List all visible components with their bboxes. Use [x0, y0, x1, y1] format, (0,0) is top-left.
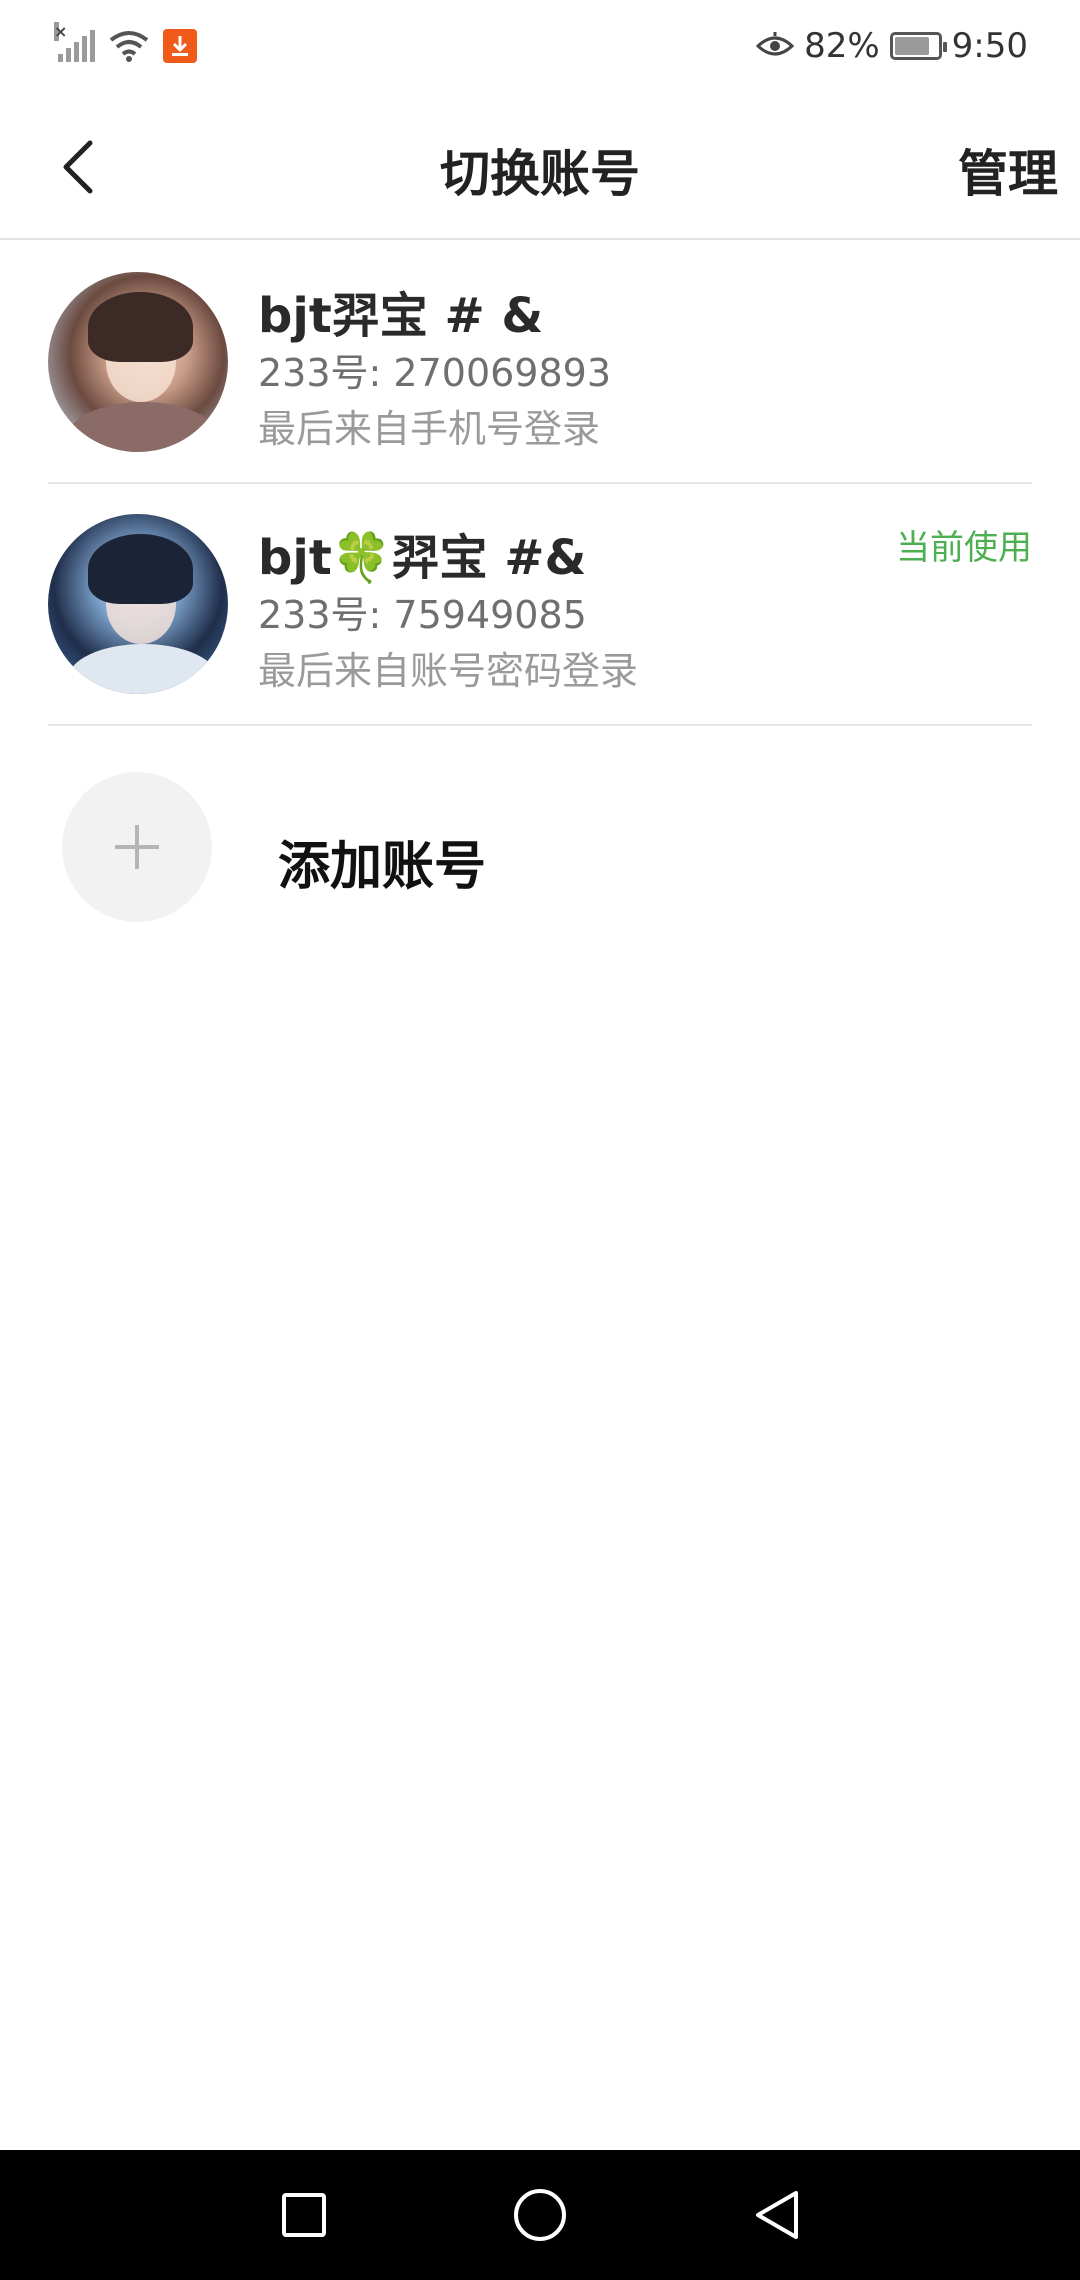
wifi-icon: [109, 31, 149, 62]
battery-percent: 82%: [804, 26, 880, 66]
system-nav-bar: [0, 2150, 1080, 2280]
home-button[interactable]: [510, 2185, 570, 2245]
account-id: 233号: 75949085: [258, 593, 587, 637]
triangle-left-icon: [756, 2191, 798, 2239]
account-login-source: 最后来自账号密码登录: [258, 649, 639, 693]
back-nav-button[interactable]: [746, 2185, 806, 2245]
account-id: 233号: 270069893: [258, 351, 612, 395]
account-row[interactable]: bjt🍀羿宝 #& 233号: 75949085 最后来自账号密码登录 当前使用: [48, 484, 1032, 726]
clock: 9:50: [951, 26, 1028, 66]
account-name: bjt羿宝 # &: [258, 288, 544, 344]
no-signal-icon: ×: [54, 22, 95, 62]
circle-icon: [514, 2189, 566, 2241]
header: 切换账号 管理: [0, 92, 1080, 240]
avatar: [48, 514, 228, 694]
add-account-button[interactable]: 添加账号: [48, 760, 1032, 930]
download-icon: [163, 29, 197, 63]
battery-icon: [889, 32, 947, 60]
square-icon: [282, 2193, 326, 2237]
account-login-source: 最后来自手机号登录: [258, 407, 601, 451]
account-row[interactable]: bjt羿宝 # & 233号: 270069893 最后来自手机号登录: [48, 242, 1032, 484]
current-account-badge: 当前使用: [896, 528, 1032, 568]
eye-comfort-icon: [756, 32, 795, 56]
add-account-label: 添加账号: [278, 837, 487, 897]
status-bar: × 82% 9:50: [0, 0, 1080, 92]
page-title: 切换账号: [440, 145, 640, 203]
recents-button[interactable]: [274, 2185, 334, 2245]
status-right: 82% 9:50: [756, 26, 1028, 66]
add-account-circle: [62, 772, 212, 922]
avatar: [48, 272, 228, 452]
status-left: ×: [54, 22, 197, 63]
account-name: bjt🍀羿宝 #&: [258, 530, 587, 586]
plus-icon: [115, 825, 159, 869]
manage-button[interactable]: 管理: [958, 134, 1058, 206]
battery-fill: [894, 37, 930, 55]
